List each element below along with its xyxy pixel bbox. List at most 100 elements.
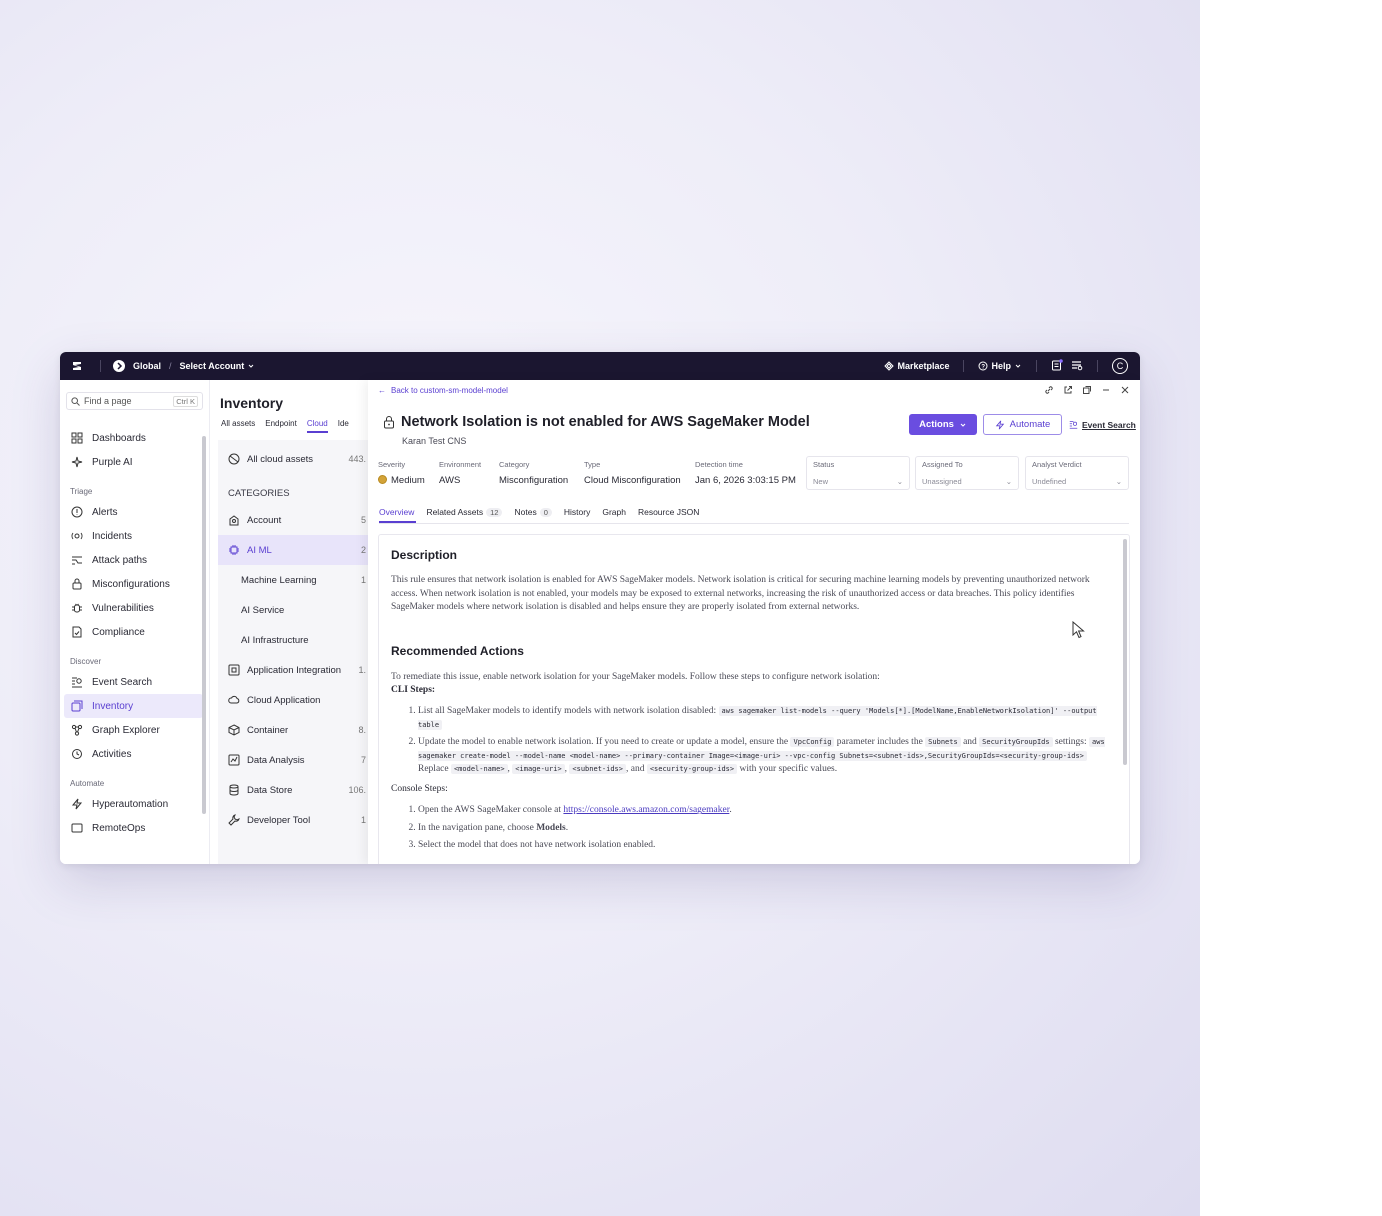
- assigned-to-select[interactable]: Assigned To Unassigned ⌄: [915, 456, 1019, 490]
- step-text: settings:: [1054, 737, 1087, 748]
- event-search-button[interactable]: Event Search: [1069, 414, 1136, 435]
- sidebar-item-attack-paths[interactable]: Attack paths: [60, 548, 209, 572]
- all-cloud-assets-row[interactable]: All cloud assets 443.: [218, 444, 368, 474]
- tab-endpoint[interactable]: Endpoint: [265, 419, 297, 433]
- category-container[interactable]: Container 8.: [218, 715, 368, 745]
- sidebar-item-hyperautomation[interactable]: Hyperautomation: [60, 792, 209, 816]
- step-text: List all SageMaker models to identify mo…: [418, 706, 717, 717]
- code-snippet[interactable]: SecurityGroupIds: [979, 737, 1053, 748]
- category-ai-service[interactable]: AI Service: [218, 595, 368, 625]
- category-cloud-application[interactable]: Cloud Application: [218, 685, 368, 715]
- purple-ai-icon: [70, 455, 84, 469]
- category-account[interactable]: Account 5: [218, 505, 368, 535]
- expand-icon[interactable]: [1082, 385, 1092, 395]
- sidebar-item-dashboards[interactable]: Dashboards: [60, 426, 209, 450]
- code-snippet[interactable]: <model-name>: [450, 764, 508, 775]
- sidebar: Find a page Ctrl K Dashboards Purple AI …: [60, 380, 210, 864]
- open-external-icon[interactable]: [1063, 385, 1073, 395]
- code-snippet[interactable]: <image-uri>: [512, 764, 565, 775]
- sidebar-item-compliance[interactable]: Compliance: [60, 620, 209, 644]
- sidebar-item-remoteops[interactable]: RemoteOps: [60, 816, 209, 840]
- page-search-input[interactable]: Find a page Ctrl K: [66, 392, 203, 410]
- row-label: Data Analysis: [247, 754, 305, 766]
- sidebar-item-label: Purple AI: [92, 456, 133, 468]
- account-selector[interactable]: Select Account: [180, 361, 256, 371]
- code-snippet[interactable]: Subnets: [925, 737, 961, 748]
- code-snippet[interactable]: <subnet-ids>: [569, 764, 626, 775]
- category-ai-ml[interactable]: AI ML 2: [218, 535, 368, 565]
- code-snippet[interactable]: VpcConfig: [790, 737, 835, 748]
- close-icon[interactable]: [1120, 385, 1130, 395]
- code-snippet[interactable]: <security-group-ids>: [646, 764, 738, 775]
- scope-label[interactable]: Global: [133, 361, 161, 371]
- sidebar-item-misconfigurations[interactable]: Misconfigurations: [60, 572, 209, 596]
- sidebar-item-activities[interactable]: Activities: [60, 742, 209, 766]
- analyst-verdict-select[interactable]: Analyst Verdict Undefined ⌄: [1025, 456, 1129, 490]
- category-data-store[interactable]: Data Store 106.: [218, 775, 368, 805]
- category-data-analysis[interactable]: Data Analysis 7: [218, 745, 368, 775]
- link-icon[interactable]: [1044, 385, 1054, 395]
- automate-button[interactable]: Automate: [983, 414, 1062, 435]
- help-button[interactable]: ? Help: [978, 361, 1022, 371]
- sidebar-item-inventory[interactable]: Inventory: [64, 694, 203, 718]
- category-developer-tool[interactable]: Developer Tool 1: [218, 805, 368, 835]
- description-text: This rule ensures that network isolation…: [391, 575, 1090, 612]
- event-search-icon: [70, 675, 84, 689]
- overview-content: Description This rule ensures that netwo…: [378, 534, 1130, 864]
- tab-graph[interactable]: Graph: [602, 507, 626, 517]
- category-machine-learning[interactable]: Machine Learning 1: [218, 565, 368, 595]
- meta-value: Cloud Misconfiguration: [584, 475, 681, 486]
- select-label: Analyst Verdict: [1032, 460, 1082, 469]
- marketplace-button[interactable]: Marketplace: [884, 361, 949, 371]
- tab-overview[interactable]: Overview: [379, 507, 414, 517]
- sidebar-scrollbar[interactable]: [202, 436, 206, 814]
- row-label: Application Integration: [247, 664, 342, 676]
- select-value: New: [813, 477, 829, 486]
- tab-identity[interactable]: Ide: [338, 419, 349, 433]
- sidebar-item-incidents[interactable]: Incidents: [60, 524, 209, 548]
- sidebar-item-label: Graph Explorer: [92, 724, 160, 736]
- detail-panel: ← Back to custom-sm-model-model Network …: [368, 380, 1140, 864]
- attack-paths-icon: [70, 553, 84, 567]
- sidebar-item-event-search[interactable]: Event Search: [60, 670, 209, 694]
- tab-label: Related Assets: [426, 507, 484, 517]
- chevron-down-icon: ⌄: [896, 477, 903, 486]
- list-item: Update the model to enable network isola…: [418, 736, 1117, 776]
- sidebar-item-purple-ai[interactable]: Purple AI: [60, 450, 209, 474]
- tab-notes[interactable]: Notes 0: [514, 507, 552, 517]
- back-link-label: Back to custom-sm-model-model: [391, 386, 508, 395]
- tasks-icon[interactable]: [1071, 359, 1083, 373]
- chevron-down-icon: [1015, 364, 1021, 368]
- select-value: Unassigned: [922, 477, 962, 486]
- top-bar: Global / Select Account Marketplace ? He…: [60, 352, 1140, 380]
- sidebar-item-label: Event Search: [92, 676, 153, 688]
- meta-label: Category: [499, 460, 530, 469]
- actions-button[interactable]: Actions: [909, 414, 977, 435]
- scope-icon: [113, 360, 125, 372]
- sidebar-item-vulnerabilities[interactable]: Vulnerabilities: [60, 596, 209, 620]
- row-label: Developer Tool: [247, 814, 311, 826]
- sagemaker-console-link[interactable]: https://console.aws.amazon.com/sagemaker: [563, 805, 729, 815]
- tab-related-assets[interactable]: Related Assets 12: [426, 507, 503, 517]
- tab-history[interactable]: History: [564, 507, 590, 517]
- sidebar-item-alerts[interactable]: Alerts: [60, 500, 209, 524]
- user-avatar[interactable]: C: [1112, 358, 1128, 374]
- tab-all-assets[interactable]: All assets: [221, 419, 255, 433]
- category-ai-infrastructure[interactable]: AI Infrastructure: [218, 625, 368, 655]
- tab-cloud[interactable]: Cloud: [306, 419, 328, 433]
- status-select[interactable]: Status New ⌄: [806, 456, 910, 490]
- notifications-icon[interactable]: [1051, 359, 1063, 373]
- back-link[interactable]: ← Back to custom-sm-model-model: [378, 386, 508, 395]
- container-icon: [228, 724, 240, 736]
- category-application-integration[interactable]: Application Integration 1.: [218, 655, 368, 685]
- sidebar-item-graph-explorer[interactable]: Graph Explorer: [60, 718, 209, 742]
- minimize-icon[interactable]: [1101, 385, 1111, 395]
- step-text: Replace: [418, 764, 449, 775]
- console-heading: Console Steps:: [391, 783, 448, 794]
- list-item: Open the AWS SageMaker console at https:…: [418, 804, 1117, 817]
- brand-logo-icon[interactable]: [60, 359, 94, 373]
- cli-heading: CLI Steps:: [391, 685, 436, 695]
- tab-resource-json[interactable]: Resource JSON: [638, 507, 699, 517]
- content-scrollbar[interactable]: [1123, 539, 1127, 765]
- lock-icon: [384, 416, 394, 429]
